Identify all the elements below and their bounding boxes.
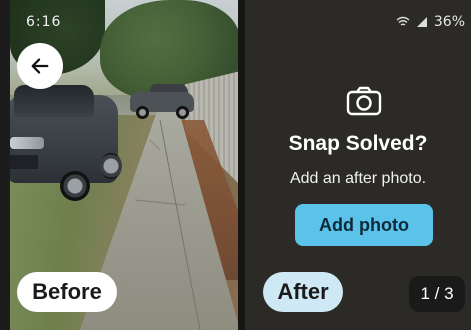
signal-icon [416, 17, 427, 27]
back-button[interactable] [17, 43, 63, 89]
wifi-icon [396, 16, 410, 26]
battery-level: 36% [433, 14, 465, 30]
panel-divider [238, 0, 245, 330]
after-title: Snap Solved? [288, 132, 428, 155]
arrow-left-icon [31, 58, 49, 74]
status-time: 6:16 [26, 14, 62, 30]
after-subtitle: Add an after photo. [289, 170, 427, 187]
status-icons: 36% [396, 14, 465, 30]
photo-far-car [130, 82, 196, 120]
photo-suv [10, 75, 128, 205]
camera-icon [346, 86, 382, 116]
page-counter: 1 / 3 [409, 276, 465, 312]
before-label: Before [17, 272, 117, 312]
add-photo-button[interactable]: Add photo [295, 204, 433, 246]
after-label: After [263, 272, 343, 312]
